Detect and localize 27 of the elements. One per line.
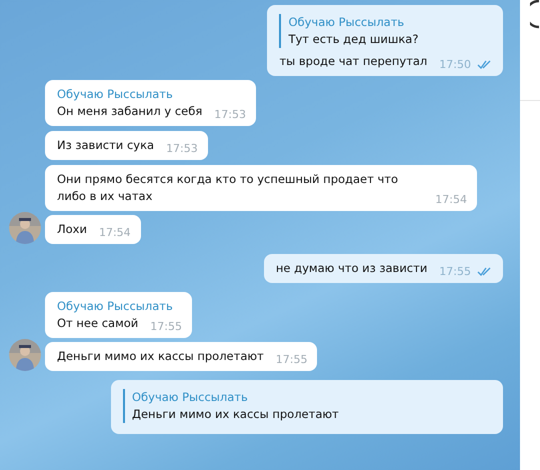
reply-quote[interactable]: Обучаю Рыссылать Деньги мимо их кассы пролетают	[123, 389, 493, 423]
message-time: 17:53	[166, 141, 198, 157]
message-time: 17:55	[439, 264, 471, 280]
quoted-author: Обучаю Рыссылать	[288, 14, 406, 31]
message-time: 17:54	[98, 225, 131, 241]
quoted-text: Деньги мимо их кассы пролетают	[132, 406, 340, 423]
sender-name: Обучаю Рыссылать	[57, 86, 174, 103]
message-text: От нее самой	[57, 315, 138, 332]
double-check-icon	[477, 60, 493, 69]
message-text: Из зависти сука	[57, 137, 154, 154]
message-time: 17:50	[439, 57, 471, 73]
message-time: 17:53	[214, 107, 246, 123]
message-text: не думаю что из зависти	[276, 260, 428, 277]
sender-name: Обучаю Рыссылать	[57, 298, 174, 315]
reply-quote[interactable]: Обучаю Рыссылать Тут есть дед шишка?	[279, 14, 493, 48]
message-text: Деньги мимо их кассы пролетают	[57, 348, 264, 365]
message-time: 17:55	[150, 319, 182, 335]
message-text: ты вроде чат перепутал	[279, 53, 428, 70]
message-text: Они прямо бесятся когда кто то успешный продает что либо в их чатах	[57, 171, 399, 205]
circle-edge-drawing	[530, 0, 540, 30]
message-time: 17:55	[276, 352, 308, 368]
message-text: Лохи	[57, 221, 87, 238]
message-text: Он меня забанил у себя	[57, 103, 202, 120]
quoted-author: Обучаю Рыссылать	[132, 389, 249, 406]
message-time: 17:54	[435, 192, 467, 208]
quoted-text: Тут есть дед шишка?	[288, 31, 420, 48]
double-check-icon	[477, 267, 493, 276]
